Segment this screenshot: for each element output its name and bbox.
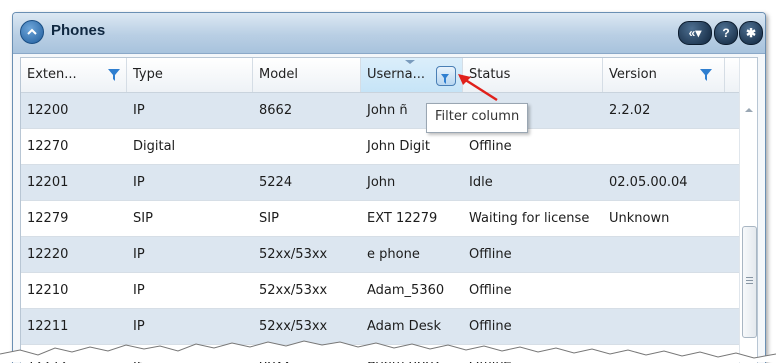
column-header-type[interactable]: Type [127, 58, 253, 92]
table-cell: IP [133, 175, 145, 190]
table-cell: 12200 [27, 103, 69, 118]
filter-column-button[interactable] [436, 66, 456, 86]
table-cell [603, 129, 725, 164]
column-header-username[interactable]: Userna... [361, 58, 463, 92]
grip-line [746, 283, 753, 284]
table-cell: EXT 12279 [367, 211, 438, 226]
collapse-panel-icon[interactable] [20, 20, 44, 44]
column-label: Version [609, 67, 657, 82]
table-cell: Offline [469, 247, 512, 262]
table-cell: e phone [367, 247, 420, 262]
column-header-extension[interactable]: Exten... [21, 58, 127, 92]
column-label: Type [133, 67, 163, 82]
phones-panel: Phones «▾ ? ✱ Exten... Type Model Userna… [12, 12, 766, 363]
title-bar: Phones «▾ ? ✱ [13, 13, 765, 54]
grip-line [746, 280, 753, 281]
table-row[interactable]: 12270 Digital John Digit Offline [21, 129, 739, 165]
table-cell: Waiting for license [469, 211, 590, 226]
collapse-menu-button[interactable]: «▾ [678, 21, 712, 45]
table-cell: Idle [469, 175, 493, 190]
settings-button[interactable]: ✱ [739, 21, 763, 45]
table-cell: SIP [259, 211, 279, 226]
table-cell: SIP [133, 211, 153, 226]
grip-line [746, 277, 753, 278]
table-cell: 12201 [27, 175, 69, 190]
table-cell: 12220 [27, 247, 69, 262]
table-cell: 8662 [259, 103, 293, 118]
table-cell: Offline [469, 139, 512, 154]
table-cell: 52xx/53xx [259, 247, 328, 262]
column-label: Userna... [367, 67, 426, 82]
scroll-up-arrow-icon[interactable] [745, 108, 753, 112]
table-cell: John [367, 175, 396, 190]
table-cell: 12279 [27, 211, 69, 226]
table-cell: IP [133, 247, 145, 262]
table-cell [603, 273, 725, 308]
table-row[interactable]: 12200IP8662John ñIdle2.2.02 [21, 93, 739, 129]
column-header-model[interactable]: Model [253, 58, 361, 92]
table-cell: 02.05.00.04 [609, 175, 688, 190]
vertical-scrollbar[interactable] [739, 58, 757, 363]
table-row[interactable]: 12279 SIP SIP EXT 12279 Waiting for license U… [21, 201, 739, 237]
help-button[interactable]: ? [714, 21, 738, 45]
table-cell [603, 237, 725, 272]
table-cell: 2.2.02 [609, 103, 651, 118]
table-cell: 5224 [259, 175, 293, 190]
scrollbar-thumb[interactable] [742, 226, 757, 338]
table-row[interactable]: 12201 IP 5224 John Idle 02.05.00.04 [21, 165, 739, 201]
table-cell: IP [133, 103, 145, 118]
window-title: Phones [51, 22, 106, 39]
column-label: Model [259, 67, 299, 82]
filter-funnel-icon[interactable] [107, 68, 121, 82]
grid-header: Exten... Type Model Userna... Status Ver… [21, 58, 739, 93]
table-cell: Digital [133, 139, 176, 154]
table-row[interactable]: 12210 IP 52xx/53xx Adam_5360 Offline [21, 273, 739, 309]
filter-funnel-icon [441, 74, 449, 84]
filter-funnel-icon[interactable] [699, 68, 713, 82]
table-cell: Unknown [609, 211, 670, 226]
phones-grid: Exten... Type Model Userna... Status Ver… [20, 57, 758, 363]
table-cell: IP [133, 283, 145, 298]
table-cell: 12270 [27, 139, 69, 154]
table-cell: Offline [469, 283, 512, 298]
table-cell: 12210 [27, 283, 69, 298]
torn-edge [0, 340, 776, 362]
annotation-arrow-icon [458, 74, 498, 102]
table-cell: Adam_5360 [367, 283, 445, 298]
table-cell [253, 129, 361, 164]
column-label: Exten... [27, 67, 77, 82]
sort-indicator-icon [405, 60, 415, 64]
column-header-version[interactable]: Version [603, 58, 725, 92]
table-cell: 52xx/53xx [259, 283, 328, 298]
table-cell: John Digit [367, 139, 430, 154]
table-row[interactable]: 12220 IP 52xx/53xx e phone Offline [21, 237, 739, 273]
